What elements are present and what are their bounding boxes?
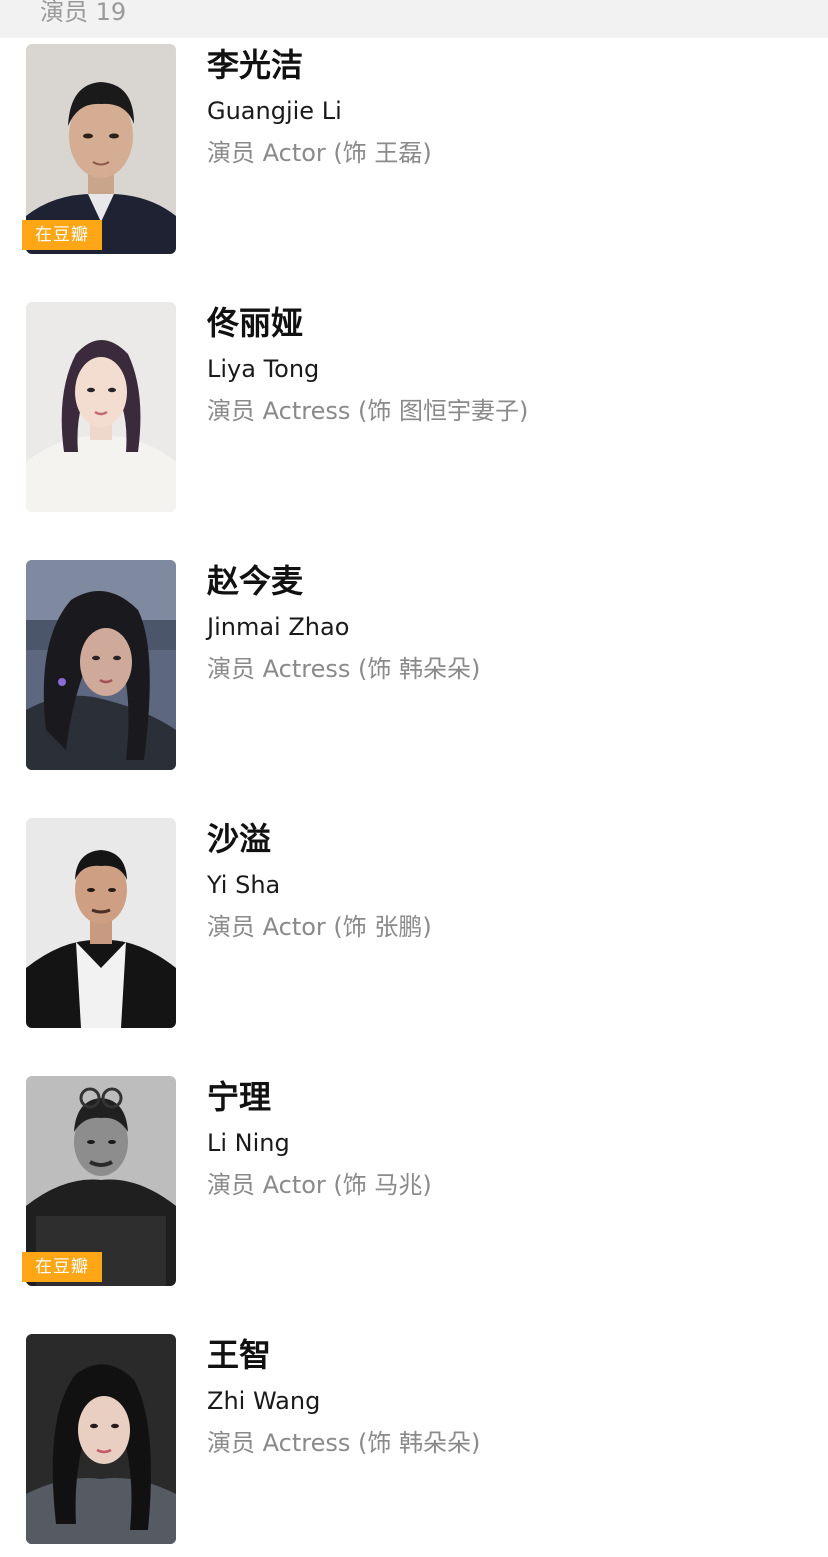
actor-name-en: Li Ning bbox=[207, 1129, 290, 1157]
actor-name-en: Jinmai Zhao bbox=[207, 613, 350, 641]
actor-role: 演员 Actress (饰 图恒宇妻子) bbox=[207, 397, 529, 425]
actor-photo[interactable] bbox=[26, 1334, 176, 1544]
douban-badge: 在豆瓣 bbox=[22, 1252, 102, 1282]
cast-item-yi-sha[interactable]: 沙溢 Yi Sha 演员 Actor (饰 张鹏) bbox=[0, 818, 828, 1028]
cast-section-header: 演员 19 bbox=[0, 0, 828, 38]
actor-role: 演员 Actress (饰 韩朵朵) bbox=[207, 655, 481, 683]
actor-photo[interactable] bbox=[26, 302, 176, 512]
actor-name-en: Guangjie Li bbox=[207, 97, 342, 125]
cast-count-label: 演员 19 bbox=[40, 0, 127, 26]
cast-item-jinmai-zhao[interactable]: 赵今麦 Jinmai Zhao 演员 Actress (饰 韩朵朵) bbox=[0, 560, 828, 770]
actor-name-cn[interactable]: 宁理 bbox=[207, 1077, 271, 1117]
cast-item-liya-tong[interactable]: 佟丽娅 Liya Tong 演员 Actress (饰 图恒宇妻子) bbox=[0, 302, 828, 512]
cast-item-guangjie-li[interactable]: 在豆瓣 李光洁 Guangjie Li 演员 Actor (饰 王磊) bbox=[0, 44, 828, 254]
actor-role: 演员 Actor (饰 张鹏) bbox=[207, 913, 432, 941]
actor-role: 演员 Actress (饰 韩朵朵) bbox=[207, 1429, 481, 1457]
actor-name-en: Yi Sha bbox=[207, 871, 281, 899]
actor-name-en: Zhi Wang bbox=[207, 1387, 321, 1415]
actor-name-cn[interactable]: 王智 bbox=[207, 1335, 271, 1375]
actor-name-cn[interactable]: 赵今麦 bbox=[207, 561, 303, 601]
actor-name-cn[interactable]: 沙溢 bbox=[207, 819, 271, 859]
actor-role: 演员 Actor (饰 马兆) bbox=[207, 1171, 432, 1199]
cast-list: 在豆瓣 李光洁 Guangjie Li 演员 Actor (饰 王磊) 佟丽娅 … bbox=[0, 0, 828, 1557]
actor-name-en: Liya Tong bbox=[207, 355, 320, 383]
actor-role: 演员 Actor (饰 王磊) bbox=[207, 139, 432, 167]
actor-photo[interactable] bbox=[26, 818, 176, 1028]
actor-name-cn[interactable]: 佟丽娅 bbox=[207, 303, 303, 343]
cast-item-li-ning[interactable]: 在豆瓣 宁理 Li Ning 演员 Actor (饰 马兆) bbox=[0, 1076, 828, 1286]
cast-item-zhi-wang[interactable]: 王智 Zhi Wang 演员 Actress (饰 韩朵朵) bbox=[0, 1334, 828, 1544]
actor-photo[interactable] bbox=[26, 560, 176, 770]
actor-name-cn[interactable]: 李光洁 bbox=[207, 45, 303, 85]
douban-badge: 在豆瓣 bbox=[22, 220, 102, 250]
